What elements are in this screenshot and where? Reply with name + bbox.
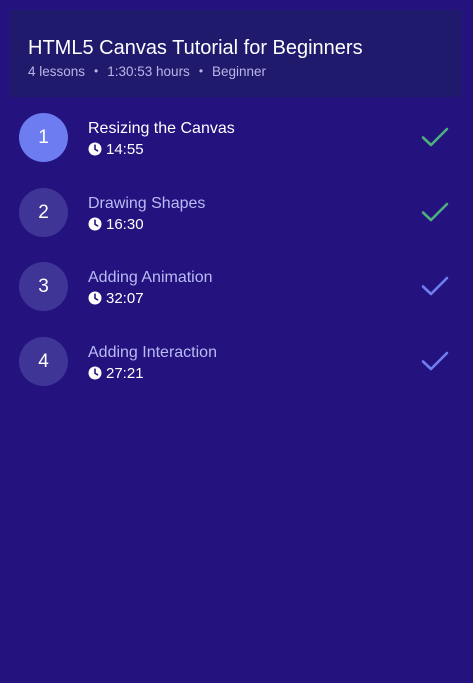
lesson-title: Resizing the Canvas [88,120,235,137]
course-title: HTML5 Canvas Tutorial for Beginners [28,37,363,59]
course-level: Beginner [212,64,267,79]
checkmark-icon [421,202,449,222]
lesson-item[interactable]: 1 Resizing the Canvas 14:55 [0,97,473,171]
lesson-duration: 14:55 [88,141,144,159]
course-duration: 1:30:53 hours [107,64,190,79]
clock-icon [88,291,102,305]
lesson-number-badge: 2 [19,188,68,237]
meta-separator: • [94,64,99,78]
lesson-number-badge: 1 [19,113,68,162]
checkmark-icon [421,127,449,147]
clock-icon [88,366,102,380]
lesson-title: Adding Animation [88,269,213,286]
lesson-duration-text: 16:30 [106,216,144,233]
course-meta: 4 lessons • 1:30:53 hours • Beginner [28,64,266,80]
lessons-count: 4 lessons [28,64,86,79]
checkmark-icon[interactable] [420,349,450,373]
lesson-duration: 32:07 [88,290,144,308]
course-header: HTML5 Canvas Tutorial for Beginners 4 le… [10,10,462,97]
lesson-title: Adding Interaction [88,344,217,361]
lesson-number-badge: 3 [19,262,68,311]
lesson-item[interactable]: 4 Adding Interaction 27:21 [0,321,473,395]
lesson-item[interactable]: 3 Adding Animation 32:07 [0,246,473,320]
lesson-duration-text: 14:55 [106,141,144,158]
meta-separator: • [198,64,204,78]
lesson-title: Drawing Shapes [88,195,206,212]
clock-icon [88,217,102,231]
checkmark-icon[interactable] [420,274,450,298]
lesson-duration-text: 32:07 [106,290,144,307]
lesson-duration: 16:30 [88,216,144,234]
lesson-item[interactable]: 2 Drawing Shapes 16:30 [0,172,473,246]
clock-icon [88,142,102,156]
lesson-duration-text: 27:21 [106,365,144,382]
lesson-duration: 27:21 [88,365,144,383]
lesson-number-badge: 4 [19,337,68,386]
